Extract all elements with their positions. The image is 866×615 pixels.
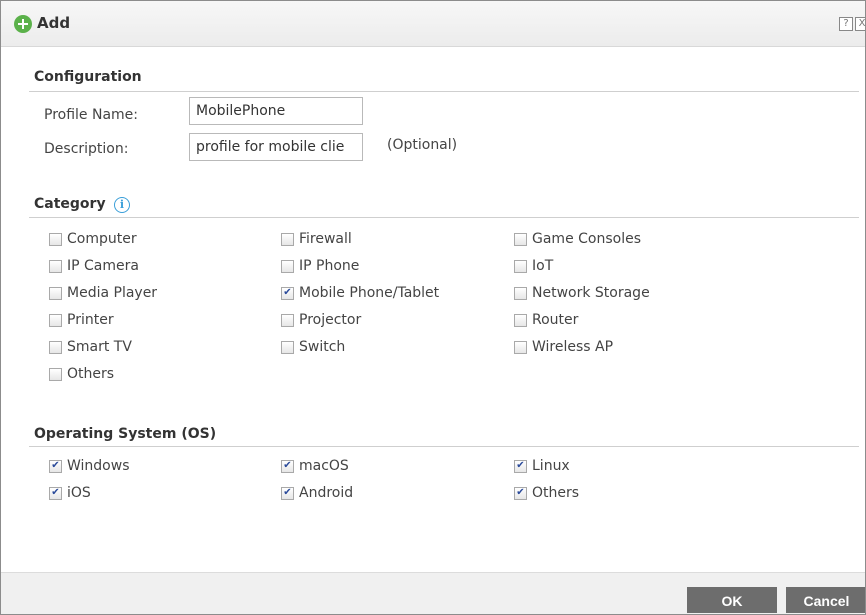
checkbox-checked-icon[interactable]: ✔ — [514, 486, 527, 500]
category-checkbox-label: IoT — [532, 258, 554, 274]
category-checkbox-label: Media Player — [67, 285, 158, 301]
checkbox-unchecked-icon[interactable] — [281, 232, 294, 246]
dialog-footer: OK Cancel — [1, 572, 865, 614]
category-checkbox-iot[interactable]: IoT — [514, 257, 553, 275]
category-checkbox-label: Switch — [299, 339, 346, 355]
os-checkbox-label: Linux — [532, 458, 570, 474]
category-checkbox-projector[interactable]: Projector — [281, 311, 361, 329]
close-icon[interactable]: X — [855, 17, 865, 31]
os-checkbox-linux[interactable]: ✔ Linux — [514, 457, 570, 475]
category-checkbox-label: Projector — [299, 312, 362, 328]
info-icon[interactable]: i — [114, 197, 130, 213]
section-divider — [29, 91, 859, 92]
category-checkbox-label: Printer — [67, 312, 114, 328]
category-checkbox-switch[interactable]: Switch — [281, 338, 345, 356]
checkbox-checked-icon[interactable]: ✔ — [281, 486, 294, 500]
checkbox-unchecked-icon[interactable] — [514, 286, 527, 300]
category-checkbox-ip-camera[interactable]: IP Camera — [49, 257, 139, 275]
os-checkbox-windows[interactable]: ✔ Windows — [49, 457, 130, 475]
category-checkbox-label: Smart TV — [67, 339, 132, 355]
profile-name-input[interactable]: MobilePhone — [189, 97, 363, 125]
os-checkbox-ios[interactable]: ✔ iOS — [49, 484, 91, 502]
description-input[interactable]: profile for mobile clie — [189, 133, 363, 161]
category-checkbox-network-storage[interactable]: Network Storage — [514, 284, 650, 302]
os-checkbox-label: macOS — [299, 458, 349, 474]
checkbox-unchecked-icon[interactable] — [49, 313, 62, 327]
checkbox-unchecked-icon[interactable] — [49, 367, 62, 381]
os-checkbox-label: Others — [532, 485, 580, 501]
os-checkbox-label: Windows — [67, 458, 130, 474]
description-label: Description: — [44, 141, 129, 157]
dialog-titlebar: Add ? X — [1, 1, 865, 47]
category-checkbox-firewall[interactable]: Firewall — [281, 230, 352, 248]
category-checkbox-game-consoles[interactable]: Game Consoles — [514, 230, 641, 248]
category-checkbox-router[interactable]: Router — [514, 311, 578, 329]
ok-button[interactable]: OK — [687, 587, 777, 613]
profile-name-label: Profile Name: — [44, 107, 139, 123]
category-checkbox-ip-phone[interactable]: IP Phone — [281, 257, 359, 275]
help-icon[interactable]: ? — [839, 17, 853, 31]
category-checkbox-media-player[interactable]: Media Player — [49, 284, 157, 302]
checkbox-unchecked-icon[interactable] — [514, 340, 527, 354]
cancel-button[interactable]: Cancel — [786, 587, 865, 613]
optional-note: (Optional) — [387, 137, 458, 153]
checkbox-unchecked-icon[interactable] — [514, 313, 527, 327]
checkbox-unchecked-icon[interactable] — [49, 259, 62, 273]
os-checkbox-macos[interactable]: ✔ macOS — [281, 457, 349, 475]
checkbox-checked-icon[interactable]: ✔ — [281, 459, 294, 473]
checkbox-unchecked-icon[interactable] — [49, 232, 62, 246]
checkbox-checked-icon[interactable]: ✔ — [49, 486, 62, 500]
checkbox-unchecked-icon[interactable] — [514, 232, 527, 246]
category-checkbox-label: Firewall — [299, 231, 352, 247]
category-checkbox-label: Wireless AP — [532, 339, 614, 355]
category-checkbox-label: Others — [67, 366, 115, 382]
category-checkbox-label: Computer — [67, 231, 137, 247]
section-divider — [29, 217, 859, 218]
category-checkbox-label: Router — [532, 312, 579, 328]
configuration-heading: Configuration — [34, 69, 142, 85]
checkbox-unchecked-icon[interactable] — [281, 259, 294, 273]
checkbox-unchecked-icon[interactable] — [281, 340, 294, 354]
checkbox-unchecked-icon[interactable] — [514, 259, 527, 273]
category-checkbox-label: IP Phone — [299, 258, 360, 274]
os-checkbox-label: iOS — [67, 485, 91, 501]
category-checkbox-smart-tv[interactable]: Smart TV — [49, 338, 132, 356]
category-checkbox-label: IP Camera — [67, 258, 139, 274]
checkbox-checked-icon[interactable]: ✔ — [281, 286, 294, 300]
checkbox-unchecked-icon[interactable] — [281, 313, 294, 327]
category-checkbox-label: Network Storage — [532, 285, 650, 301]
category-checkbox-computer[interactable]: Computer — [49, 230, 137, 248]
os-checkbox-android[interactable]: ✔ Android — [281, 484, 353, 502]
os-heading: Operating System (OS) — [34, 426, 217, 442]
os-checkbox-label: Android — [299, 485, 354, 501]
checkbox-checked-icon[interactable]: ✔ — [49, 459, 62, 473]
category-checkbox-mobile-phone-tablet[interactable]: ✔ Mobile Phone/Tablet — [281, 284, 439, 302]
section-divider — [29, 446, 859, 447]
category-checkbox-wireless-ap[interactable]: Wireless AP — [514, 338, 613, 356]
category-checkbox-others[interactable]: Others — [49, 365, 114, 383]
checkbox-unchecked-icon[interactable] — [49, 286, 62, 300]
category-checkbox-label: Mobile Phone/Tablet — [299, 285, 440, 301]
checkbox-checked-icon[interactable]: ✔ — [514, 459, 527, 473]
category-checkbox-label: Game Consoles — [532, 231, 641, 247]
category-heading: Category — [34, 196, 106, 212]
checkbox-unchecked-icon[interactable] — [49, 340, 62, 354]
add-profile-dialog: Add ? X Configuration Profile Name: Mobi… — [0, 0, 866, 615]
dialog-title: Add — [37, 14, 71, 32]
os-checkbox-others[interactable]: ✔ Others — [514, 484, 579, 502]
add-circle-icon — [14, 15, 32, 33]
category-checkbox-printer[interactable]: Printer — [49, 311, 114, 329]
